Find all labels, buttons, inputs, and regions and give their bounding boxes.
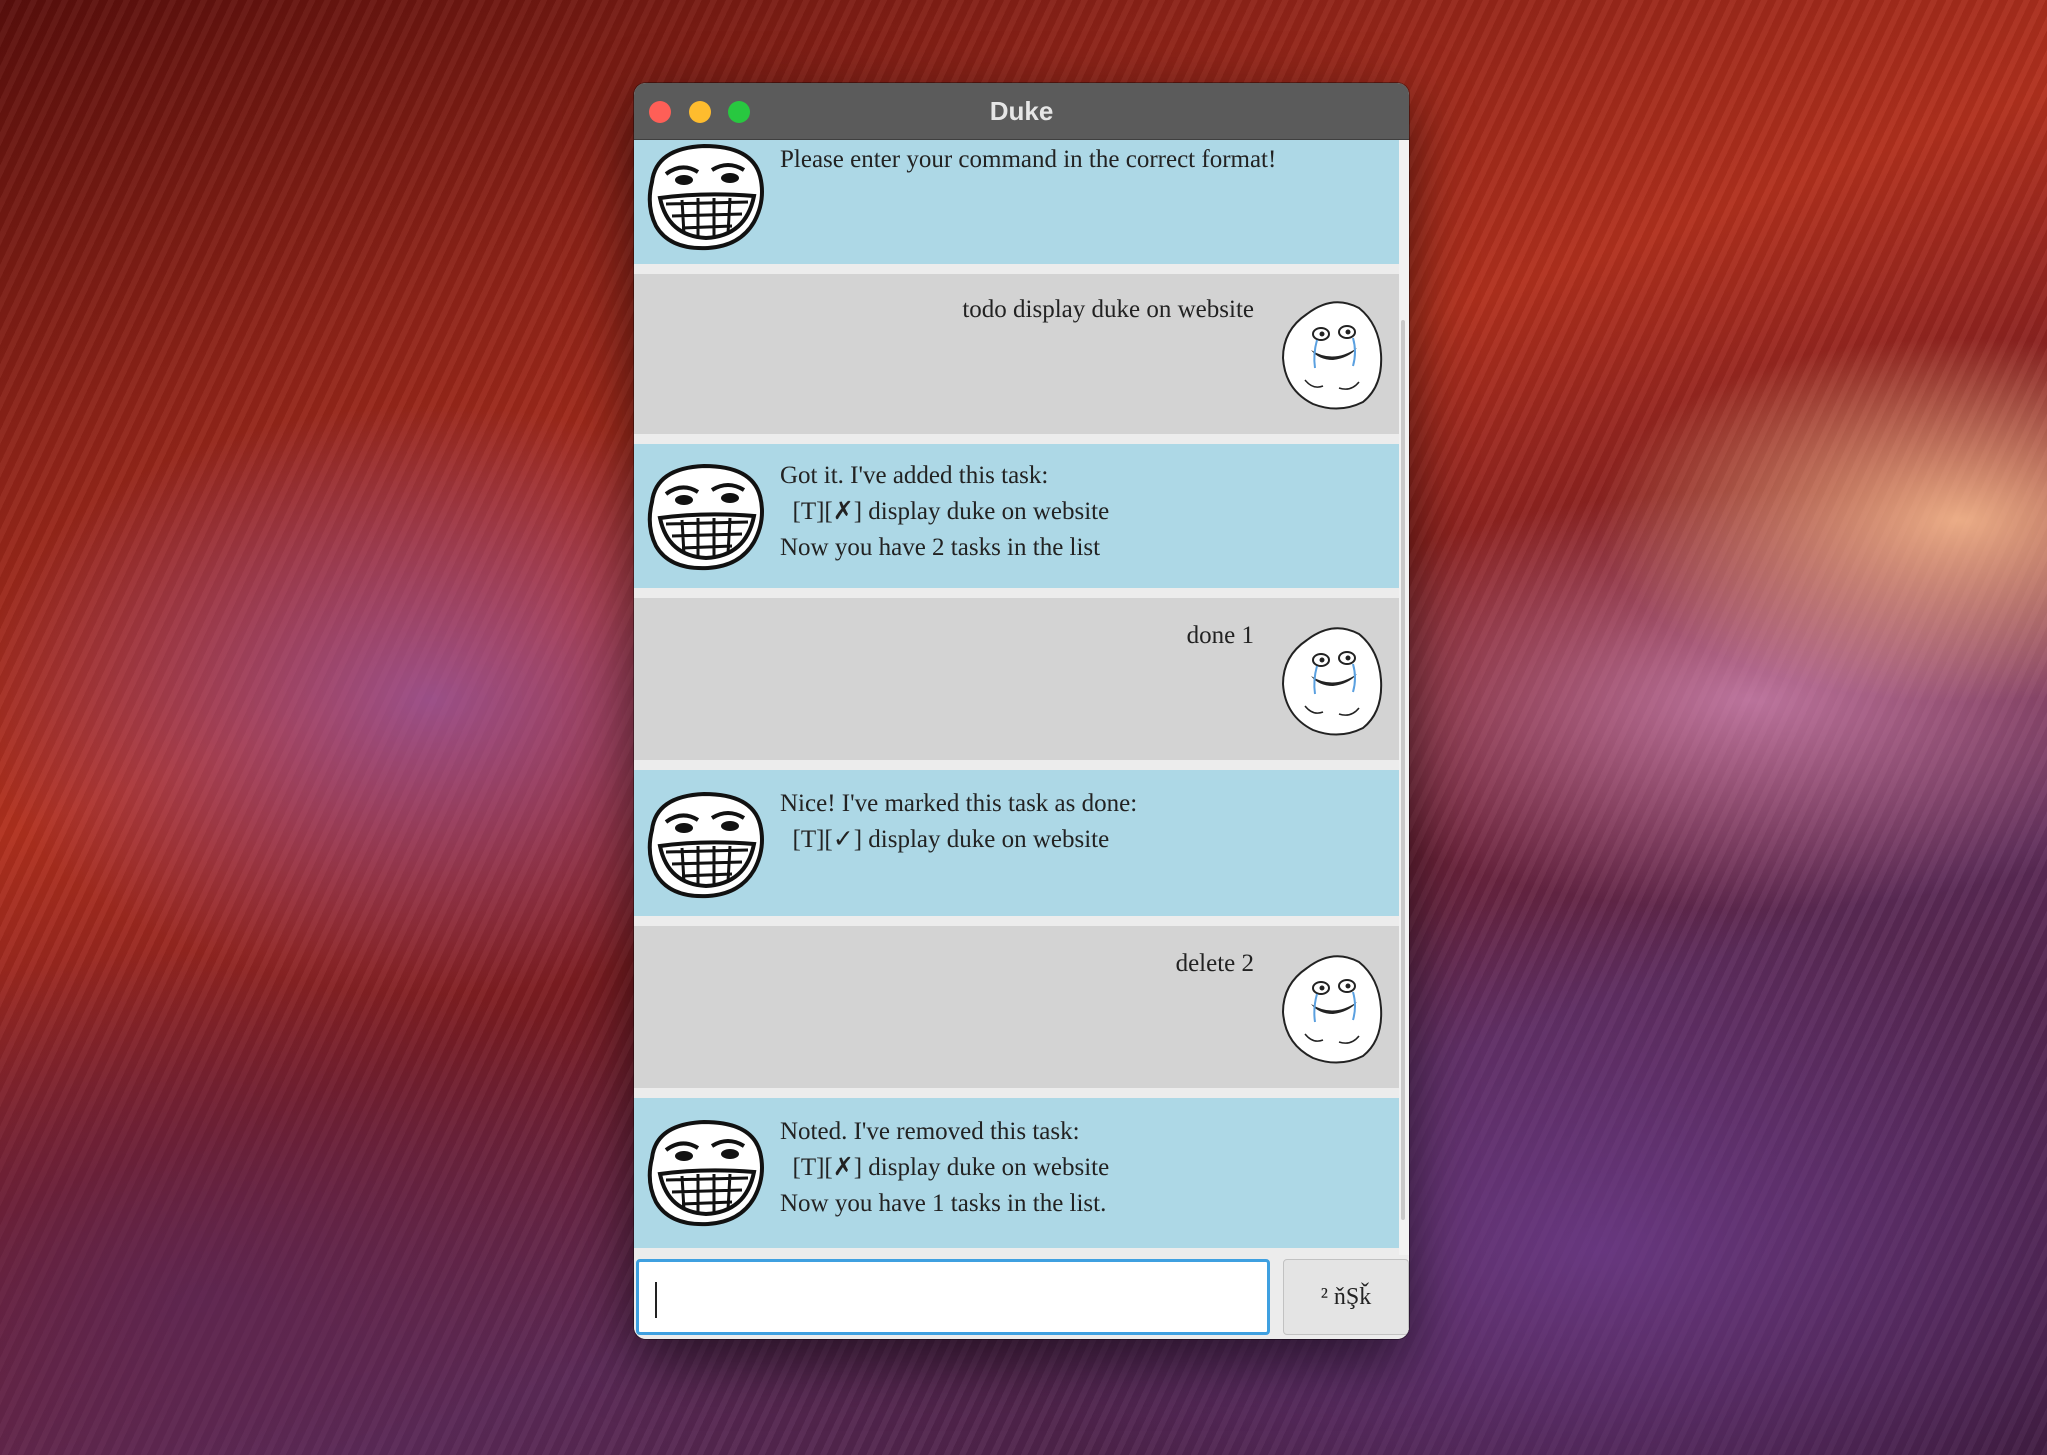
message-text: todo display duke on website (962, 296, 1254, 323)
user-message: delete 2 (634, 926, 1399, 1088)
message-text: Please enter your command in the correct… (780, 146, 1277, 173)
text-caret (655, 1282, 657, 1318)
duke-message: Please enter your command in the correct… (634, 140, 1399, 264)
message-text: Got it. I've added this task: [T][✗] dis… (780, 462, 1110, 561)
message-text: Nice! I've marked this task as done: [T]… (780, 790, 1138, 853)
troll-face-icon (647, 1119, 764, 1227)
duke-message: Noted. I've removed this task: [T][✗] di… (634, 1098, 1399, 1248)
forever-alone-face-icon (1281, 955, 1383, 1064)
forever-alone-face-icon (1281, 301, 1383, 410)
duke-message: Nice! I've marked this task as done: [T]… (634, 770, 1399, 916)
message-text: Noted. I've removed this task: [T][✗] di… (780, 1118, 1110, 1217)
message-text: done 1 (1186, 622, 1254, 649)
command-input[interactable] (636, 1259, 1270, 1335)
user-message: done 1 (634, 598, 1399, 760)
input-bar: ² ňŞǩ (634, 1255, 1409, 1339)
window-title: Duke (989, 96, 1054, 126)
vertical-scrollbar[interactable] (1399, 140, 1409, 1338)
send-button[interactable]: ² ňŞǩ (1283, 1259, 1409, 1335)
user-message: todo display duke on website (634, 274, 1399, 434)
duke-message: Got it. I've added this task: [T][✗] dis… (634, 444, 1399, 588)
forever-alone-face-icon (1281, 627, 1383, 736)
troll-face-icon (647, 143, 764, 251)
message-text: delete 2 (1175, 950, 1254, 977)
troll-face-icon (647, 791, 764, 899)
title-bar[interactable]: Duke (634, 83, 1409, 140)
chat-scroll-pane[interactable]: Please enter your command in the correct… (634, 140, 1399, 1338)
troll-face-icon (647, 463, 764, 571)
duke-window: Duke Please enter your command in the co… (634, 83, 1409, 1339)
scrollbar-thumb[interactable] (1401, 320, 1405, 1220)
